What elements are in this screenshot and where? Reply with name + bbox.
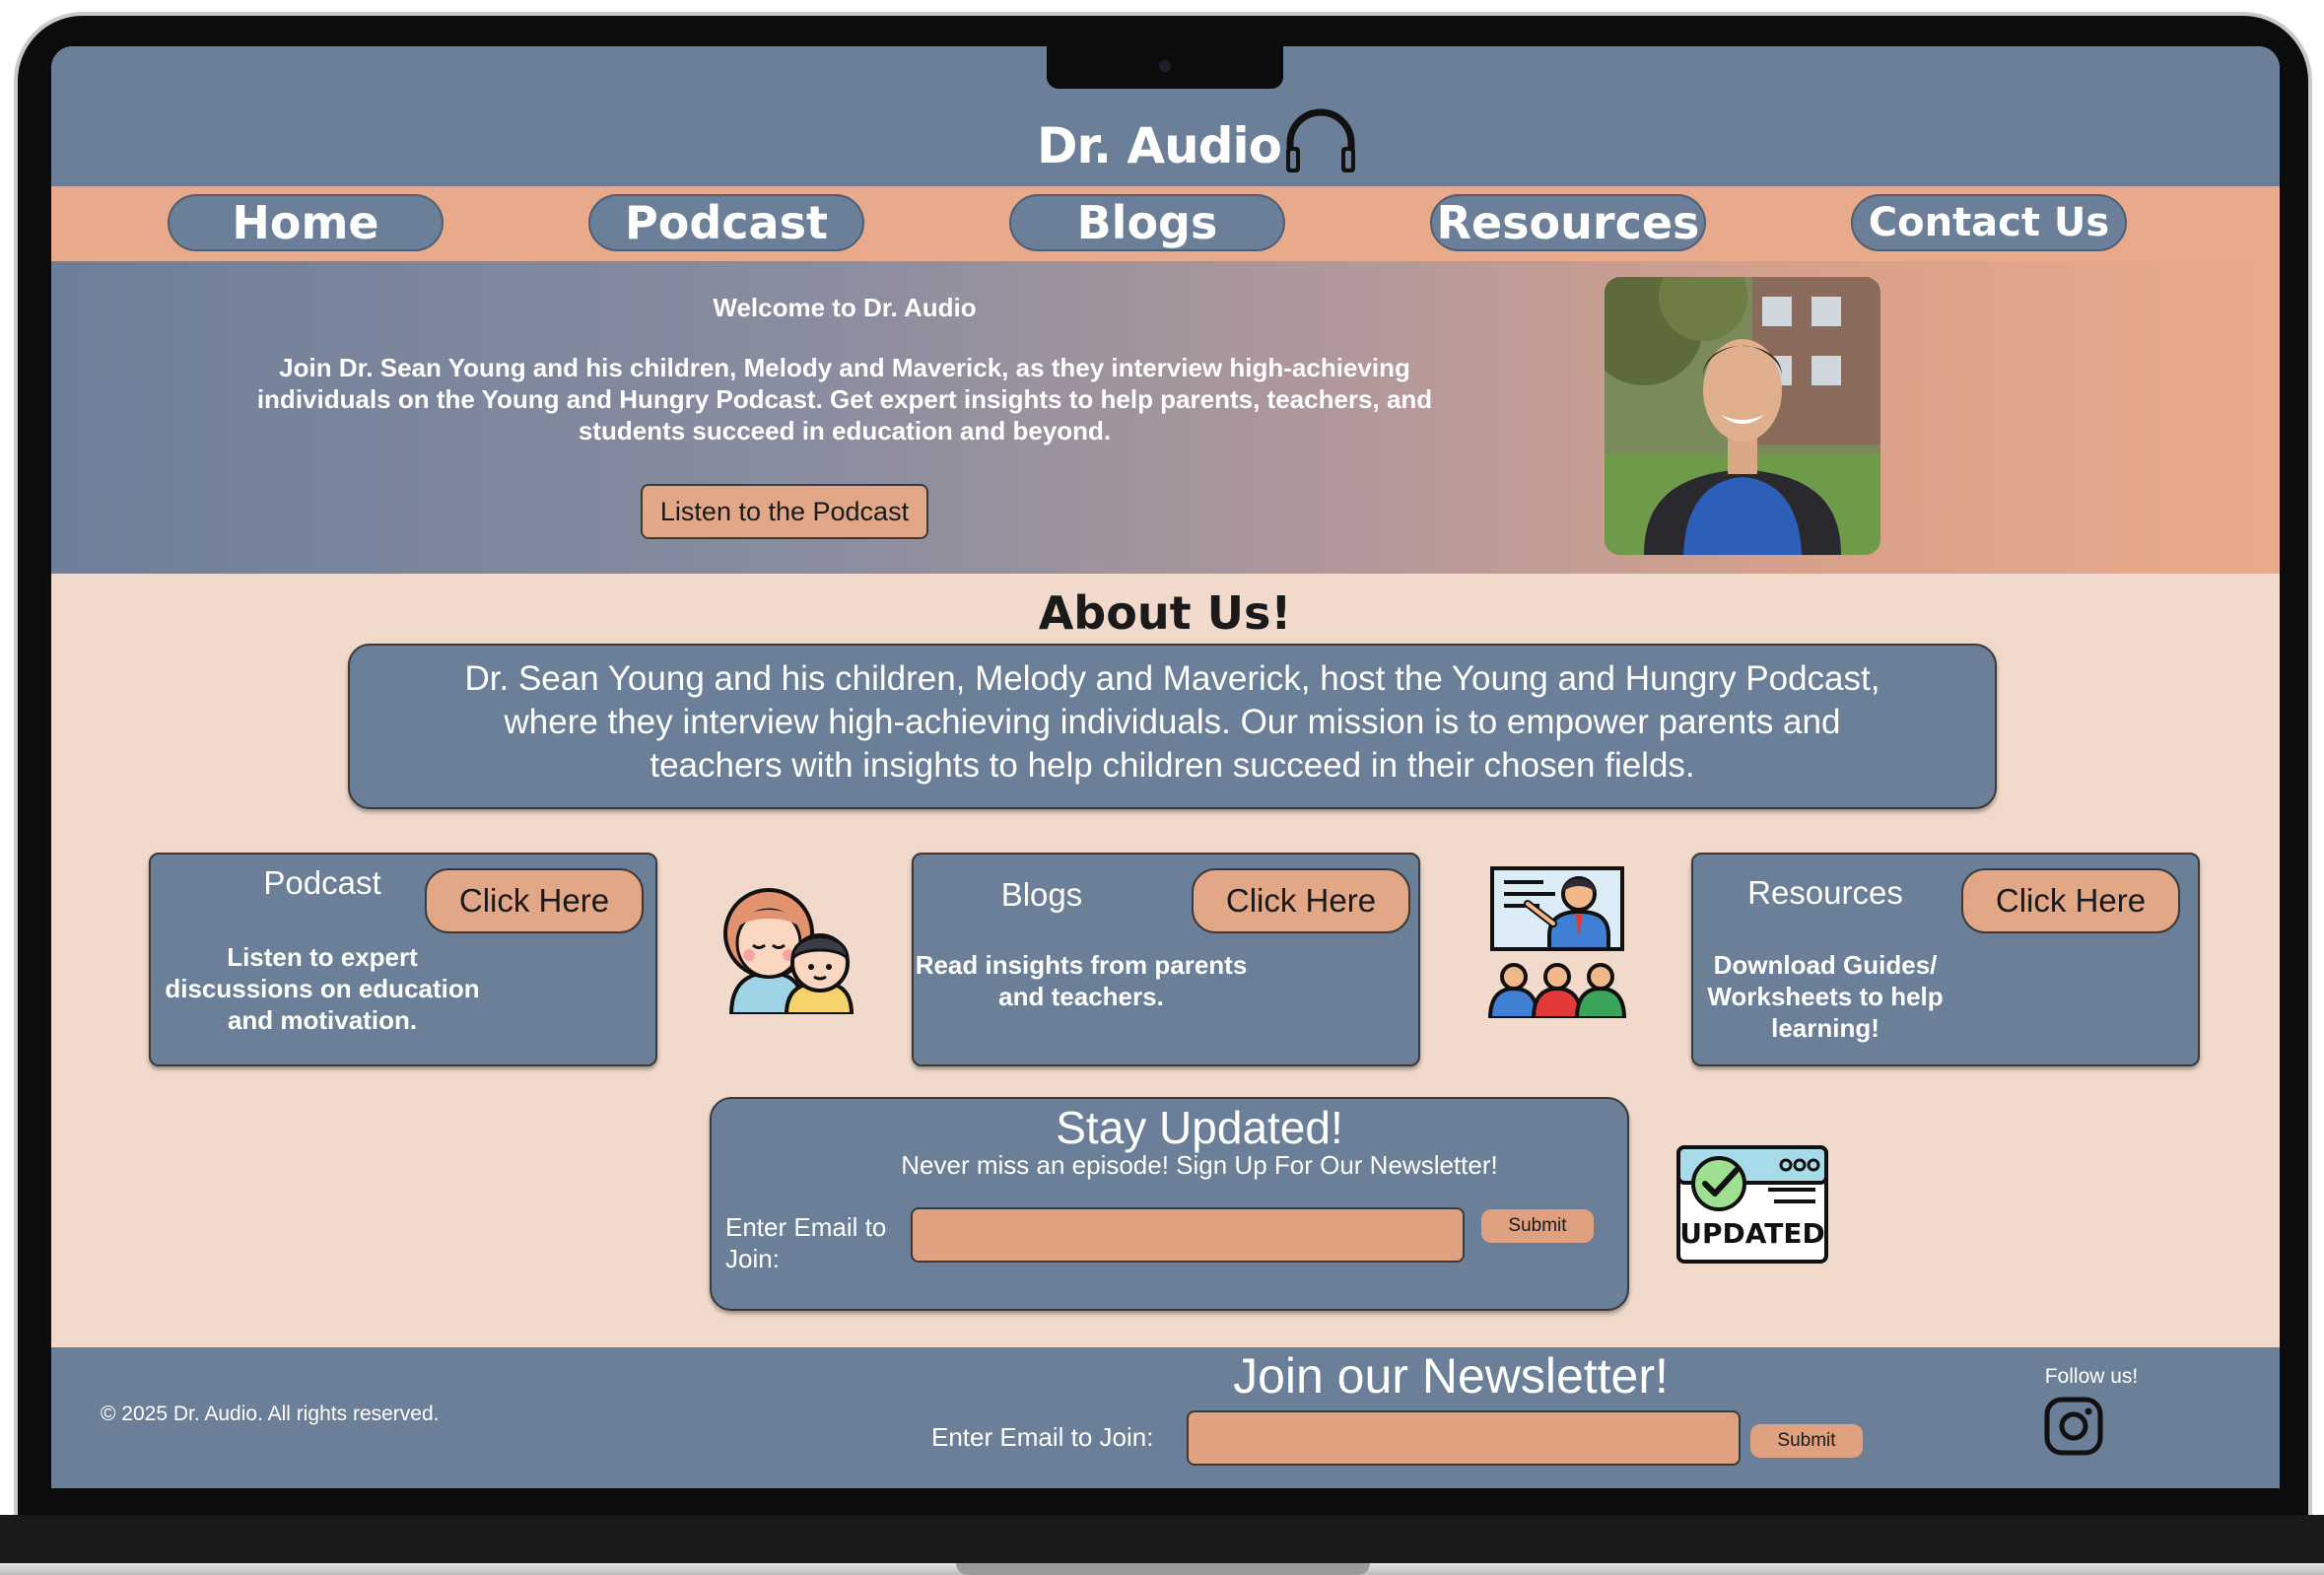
resources-card: Resources Click Here Download Guides/ Wo… (1691, 853, 2200, 1066)
newsletter-submit-button[interactable]: Submit (1750, 1424, 1863, 1458)
nav-podcast[interactable]: Podcast (588, 194, 864, 251)
hero-title: Welcome to Dr. Audio (713, 293, 977, 322)
webpage: Dr. Audio Home Podcast Blogs Resources C… (51, 46, 2280, 1488)
updated-badge-text: UPDATED (1679, 1217, 1824, 1250)
stay-updated-section: Stay Updated! Never miss an episode! Sig… (710, 1097, 1629, 1311)
hero-description: Join Dr. Sean Young and his children, Me… (256, 353, 1433, 445)
hero-section: Welcome to Dr. Audio Join Dr. Sean Young… (51, 261, 2280, 574)
listen-podcast-button[interactable]: Listen to the Podcast (641, 484, 928, 539)
podcast-card-text: Listen to expert discussions on educatio… (165, 942, 480, 1035)
camera-icon (1159, 60, 1171, 72)
nav-contact-us[interactable]: Contact Us (1851, 194, 2127, 251)
camera-notch (1047, 46, 1283, 89)
laptop-bottom-bezel (0, 1515, 2324, 1566)
stay-submit-button[interactable]: Submit (1481, 1209, 1594, 1243)
stay-updated-title: Stay Updated! (1056, 1102, 1343, 1153)
resources-card-title: Resources (1747, 874, 1903, 911)
blogs-card-title: Blogs (1000, 876, 1083, 913)
nav-home[interactable]: Home (168, 194, 444, 251)
newsletter-title: Join our Newsletter! (1233, 1348, 1669, 1404)
host-photo (1605, 277, 1880, 555)
headphones-icon (1286, 108, 1355, 172)
resources-card-text: Download Guides/ Worksheets to help lear… (1707, 950, 1944, 1043)
main-nav: Home Podcast Blogs Resources Contact Us (51, 186, 2280, 261)
nav-resources[interactable]: Resources (1430, 194, 1706, 251)
newsletter-email-label: Enter Email to Join: (931, 1422, 1154, 1452)
resources-click-here-button[interactable]: Click Here (1961, 868, 2180, 933)
blogs-card: Blogs Click Here Read insights from pare… (912, 853, 1420, 1066)
about-description: Dr. Sean Young and his children, Melody … (348, 644, 1997, 809)
teacher-illustration (1488, 866, 1626, 1018)
newsletter-email-input[interactable] (1187, 1410, 1741, 1466)
podcast-card: Podcast Click Here Listen to expert disc… (149, 853, 657, 1066)
follow-us-label: Follow us! (2044, 1365, 2139, 1388)
blogs-card-text: Read insights from parents and teachers. (915, 950, 1248, 1011)
about-title: About Us! (1038, 586, 1292, 640)
blogs-click-here-button[interactable]: Click Here (1192, 868, 1410, 933)
laptop-hinge-notch (956, 1563, 1370, 1575)
nav-blogs[interactable]: Blogs (1009, 194, 1285, 251)
site-footer: © 2025 Dr. Audio. All rights reserved. J… (51, 1347, 2280, 1488)
updated-badge-icon: UPDATED (1676, 1145, 1828, 1264)
copyright-text: © 2025 Dr. Audio. All rights reserved. (101, 1403, 440, 1425)
stay-email-label: Enter Email to Join: (725, 1212, 887, 1273)
family-illustration (723, 888, 854, 1014)
site-logo[interactable]: Dr. Audio (1037, 117, 1282, 174)
instagram-icon[interactable] (2044, 1397, 2103, 1456)
stay-updated-subtitle: Never miss an episode! Sign Up For Our N… (901, 1150, 1498, 1180)
stay-email-input[interactable] (911, 1207, 1465, 1263)
podcast-click-here-button[interactable]: Click Here (425, 868, 644, 933)
